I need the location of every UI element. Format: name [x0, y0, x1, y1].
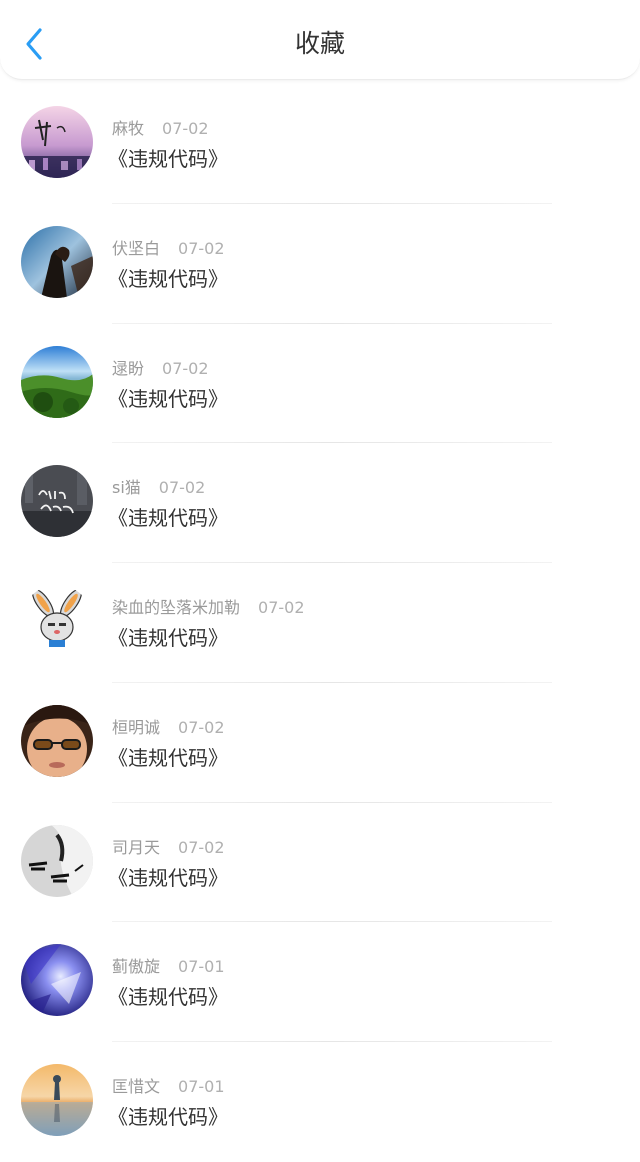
user-name: 司月天 [112, 837, 161, 857]
item-title: 《违规代码》 [108, 865, 228, 890]
user-name: si猫 [112, 478, 141, 498]
item-date: 07-02 [178, 238, 225, 258]
item-title: 《违规代码》 [108, 626, 228, 650]
list-item[interactable]: 染血的坠落米加勒 07-02 《违规代码》 [0, 563, 640, 683]
avatar[interactable] [21, 106, 93, 178]
avatar[interactable] [21, 1064, 93, 1136]
item-date: 07-02 [178, 837, 225, 857]
item-date: 07-02 [258, 598, 305, 617]
list-item[interactable]: 桓明诚 07-02 《违规代码》 [0, 683, 640, 803]
item-title: 《违规代码》 [108, 147, 228, 171]
list-item[interactable]: 蓟傲旋 07-01 《违规代码》 [0, 922, 640, 1042]
user-name: 桓明诚 [112, 717, 161, 737]
avatar[interactable] [21, 225, 93, 298]
favorites-list: 麻牧 07-02 《违规代码》 伏坚白 07-02 《违规代码》 逯盼 07-0… [0, 84, 640, 1162]
avatar[interactable] [21, 824, 93, 897]
user-name: 麻牧 [112, 119, 145, 138]
list-item[interactable]: 司月天 07-02 《违规代码》 [0, 803, 640, 923]
item-date: 07-01 [178, 1077, 225, 1096]
user-name: 染血的坠落米加勒 [112, 598, 241, 617]
item-title: 《违规代码》 [108, 266, 228, 291]
item-date: 07-02 [158, 478, 206, 498]
page-title: 收藏 [294, 29, 345, 58]
list-item[interactable]: 伏坚白 07-02 《违规代码》 [0, 204, 640, 324]
avatar[interactable] [21, 944, 93, 1017]
item-date: 07-02 [162, 358, 209, 378]
list-item[interactable]: si猫 07-02 《违规代码》 [0, 443, 640, 563]
user-name: 匡惜文 [112, 1077, 161, 1096]
top-nav-bar: 收藏 [0, 0, 640, 80]
list-item[interactable]: 逯盼 07-02 《违规代码》 [0, 324, 640, 444]
user-name: 逯盼 [112, 358, 145, 378]
avatar[interactable] [21, 704, 93, 777]
item-title: 《违规代码》 [108, 386, 228, 411]
item-title: 《违规代码》 [108, 506, 228, 531]
item-date: 07-02 [162, 119, 209, 138]
avatar[interactable] [21, 465, 93, 538]
avatar[interactable] [21, 345, 93, 418]
item-title: 《违规代码》 [108, 745, 228, 770]
item-date: 07-02 [178, 717, 225, 737]
avatar[interactable] [21, 585, 93, 657]
item-date: 07-01 [178, 957, 225, 977]
item-title: 《违规代码》 [108, 985, 228, 1010]
user-name: 伏坚白 [112, 238, 161, 258]
user-name: 蓟傲旋 [112, 957, 161, 977]
list-item[interactable]: 麻牧 07-02 《违规代码》 [0, 84, 640, 204]
item-title: 《违规代码》 [108, 1105, 228, 1129]
list-item[interactable]: 匡惜文 07-01 《违规代码》 [0, 1042, 640, 1162]
